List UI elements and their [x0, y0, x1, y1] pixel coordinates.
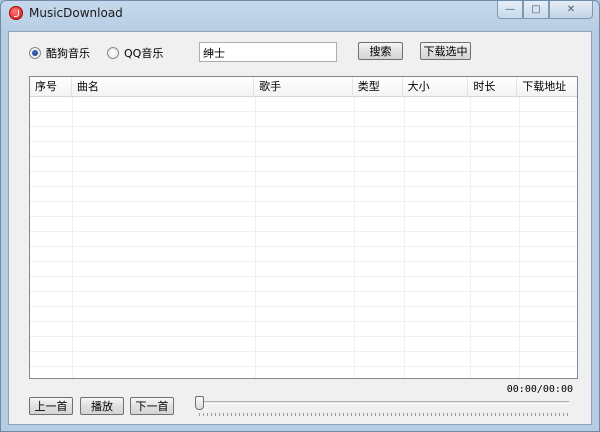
grid-line [470, 97, 471, 378]
progress-slider-ticks [199, 413, 569, 416]
previous-track-button[interactable]: 上一首 [29, 397, 73, 415]
table-row [30, 127, 577, 142]
maximize-icon: □ [531, 4, 541, 15]
column-header-download-url[interactable]: 下载地址 [517, 77, 577, 97]
source-label-kugou: 酷狗音乐 [46, 47, 90, 60]
next-track-button[interactable]: 下一首 [130, 397, 174, 415]
progress-slider[interactable] [199, 401, 569, 404]
app-window: MusicDownload — □ ✕ 酷狗音乐 QQ音乐 绅士 搜索 下载选中… [0, 0, 600, 432]
maximize-button[interactable]: □ [523, 1, 549, 19]
title-bar[interactable]: MusicDownload — □ ✕ [1, 1, 599, 25]
minimize-icon: — [505, 4, 515, 15]
minimize-button[interactable]: — [497, 1, 523, 19]
column-header-size[interactable]: 大小 [403, 77, 469, 97]
table-row [30, 232, 577, 247]
radio-kugou[interactable] [29, 47, 41, 59]
time-display: 00:00/00:00 [506, 384, 573, 395]
download-selected-button[interactable]: 下载选中 [420, 42, 471, 60]
table-row [30, 262, 577, 277]
table-row [30, 217, 577, 232]
table-row [30, 172, 577, 187]
column-header-type[interactable]: 类型 [353, 77, 403, 97]
table-header: 序号 曲名 歌手 类型 大小 时长 下载地址 [30, 77, 577, 97]
column-header-duration[interactable]: 时长 [468, 77, 518, 97]
grid-line [72, 97, 73, 378]
column-header-index[interactable]: 序号 [30, 77, 72, 97]
radio-qq[interactable] [107, 47, 119, 59]
table-row [30, 337, 577, 352]
table-row [30, 247, 577, 262]
window-controls: — □ ✕ [497, 1, 593, 19]
table-row [30, 97, 577, 112]
main-panel: 酷狗音乐 QQ音乐 绅士 搜索 下载选中 序号 曲名 歌手 类型 大小 时长 下… [8, 31, 592, 425]
source-label-qq: QQ音乐 [124, 47, 164, 60]
table-body[interactable] [30, 97, 577, 378]
table-row [30, 277, 577, 292]
source-option-qq[interactable]: QQ音乐 [107, 45, 163, 61]
window-title: MusicDownload [29, 6, 123, 20]
table-row [30, 187, 577, 202]
table-row [30, 202, 577, 217]
music-app-icon [9, 6, 23, 20]
play-button[interactable]: 播放 [80, 397, 124, 415]
table-row [30, 307, 577, 322]
grid-line [255, 97, 256, 378]
close-icon: ✕ [566, 4, 576, 15]
table-row [30, 142, 577, 157]
column-header-artist[interactable]: 歌手 [254, 77, 353, 97]
results-table[interactable]: 序号 曲名 歌手 类型 大小 时长 下载地址 [29, 76, 578, 379]
grid-line [404, 97, 405, 378]
grid-line [519, 97, 520, 378]
grid-line [354, 97, 355, 378]
table-row [30, 352, 577, 367]
table-row [30, 157, 577, 172]
search-button[interactable]: 搜索 [358, 42, 403, 60]
column-header-title[interactable]: 曲名 [72, 77, 255, 97]
progress-slider-thumb[interactable] [195, 396, 204, 410]
table-row [30, 112, 577, 127]
close-button[interactable]: ✕ [549, 1, 593, 19]
table-row [30, 292, 577, 307]
search-input[interactable]: 绅士 [199, 42, 337, 62]
source-option-kugou[interactable]: 酷狗音乐 [29, 45, 90, 61]
table-row [30, 322, 577, 337]
